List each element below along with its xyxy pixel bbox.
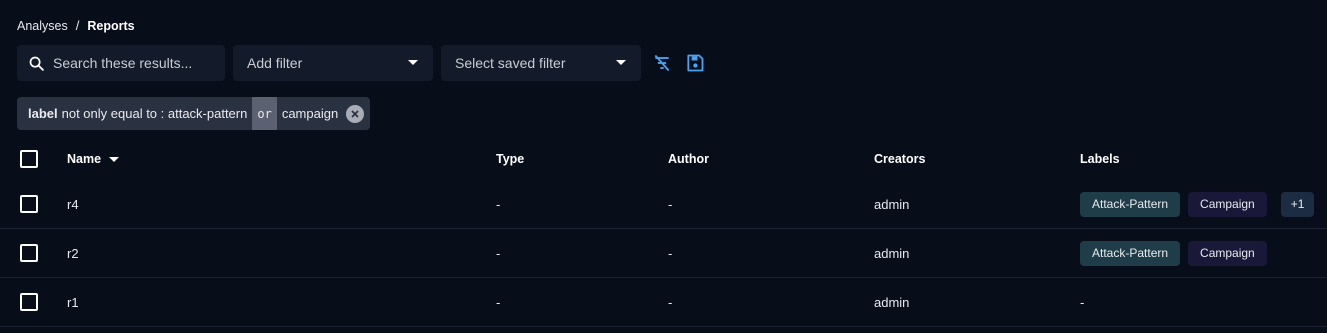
row-creators: admin <box>874 196 910 212</box>
save-filter-icon[interactable] <box>685 53 705 73</box>
more-labels-badge[interactable]: +1 <box>1280 191 1315 217</box>
toolbar: Add filter Select saved filter <box>17 45 704 81</box>
row-labels: Attack-Pattern Campaign <box>1080 229 1267 277</box>
table-row[interactable]: r2 - - admin Attack-Pattern Campaign <box>0 229 1327 278</box>
row-checkbox[interactable] <box>20 293 38 311</box>
active-filter-chip[interactable]: label not only equal to : attack-pattern… <box>17 97 371 130</box>
row-labels: - <box>1080 294 1085 310</box>
search-box[interactable] <box>17 45 225 81</box>
clear-filters-icon[interactable] <box>652 53 672 73</box>
row-checkbox[interactable] <box>20 244 38 262</box>
row-type: - <box>496 196 501 212</box>
row-labels: Attack-Pattern Campaign +1 <box>1080 180 1315 228</box>
saved-filter-label: Select saved filter <box>455 55 566 71</box>
breadcrumb-analyses[interactable]: Analyses <box>17 19 68 33</box>
add-filter-label: Add filter <box>247 55 303 71</box>
row-creators: admin <box>874 294 910 310</box>
filter-value-2: campaign <box>281 106 339 121</box>
chevron-down-icon <box>408 60 418 65</box>
label-chip: Attack-Pattern <box>1080 191 1181 217</box>
column-header-creators[interactable]: Creators <box>874 138 925 180</box>
add-filter-select[interactable]: Add filter <box>233 45 433 81</box>
row-author: - <box>668 245 673 261</box>
filter-key: label <box>28 106 58 121</box>
table-row[interactable]: r4 - - admin Attack-Pattern Campaign +1 <box>0 180 1327 229</box>
sort-desc-icon <box>109 156 120 162</box>
row-type: - <box>496 245 501 261</box>
column-header-name[interactable]: Name <box>67 138 120 180</box>
row-name: r1 <box>67 294 79 310</box>
breadcrumb-separator: / <box>75 18 80 33</box>
saved-filter-select[interactable]: Select saved filter <box>441 45 641 81</box>
search-icon <box>29 56 44 71</box>
filter-operator-value: not only equal to : attack-pattern <box>61 106 248 121</box>
close-icon[interactable] <box>346 104 365 123</box>
table-header: Name Type Author Creators Labels <box>0 138 1327 180</box>
select-all-checkbox[interactable] <box>20 150 38 168</box>
row-name: r2 <box>67 245 79 261</box>
column-header-labels: Labels <box>1080 152 1120 166</box>
reports-table: Name Type Author Creators Labels r4 - - … <box>0 138 1327 327</box>
row-name: r4 <box>67 196 79 212</box>
filter-conjunction-toggle[interactable]: or <box>252 97 277 130</box>
row-author: - <box>668 294 673 310</box>
row-checkbox[interactable] <box>20 195 38 213</box>
breadcrumb: Analyses / Reports <box>17 18 135 33</box>
label-chip: Campaign <box>1188 191 1267 217</box>
row-type: - <box>496 294 501 310</box>
column-header-type[interactable]: Type <box>496 138 524 180</box>
table-row[interactable]: r1 - - admin - <box>0 278 1327 327</box>
label-chip: Campaign <box>1188 240 1267 266</box>
label-chip: Attack-Pattern <box>1080 240 1181 266</box>
chevron-down-icon <box>616 60 626 65</box>
breadcrumb-current: Reports <box>87 18 135 33</box>
column-header-author[interactable]: Author <box>668 138 709 180</box>
row-author: - <box>668 196 673 212</box>
search-input[interactable] <box>53 55 213 71</box>
row-creators: admin <box>874 245 910 261</box>
